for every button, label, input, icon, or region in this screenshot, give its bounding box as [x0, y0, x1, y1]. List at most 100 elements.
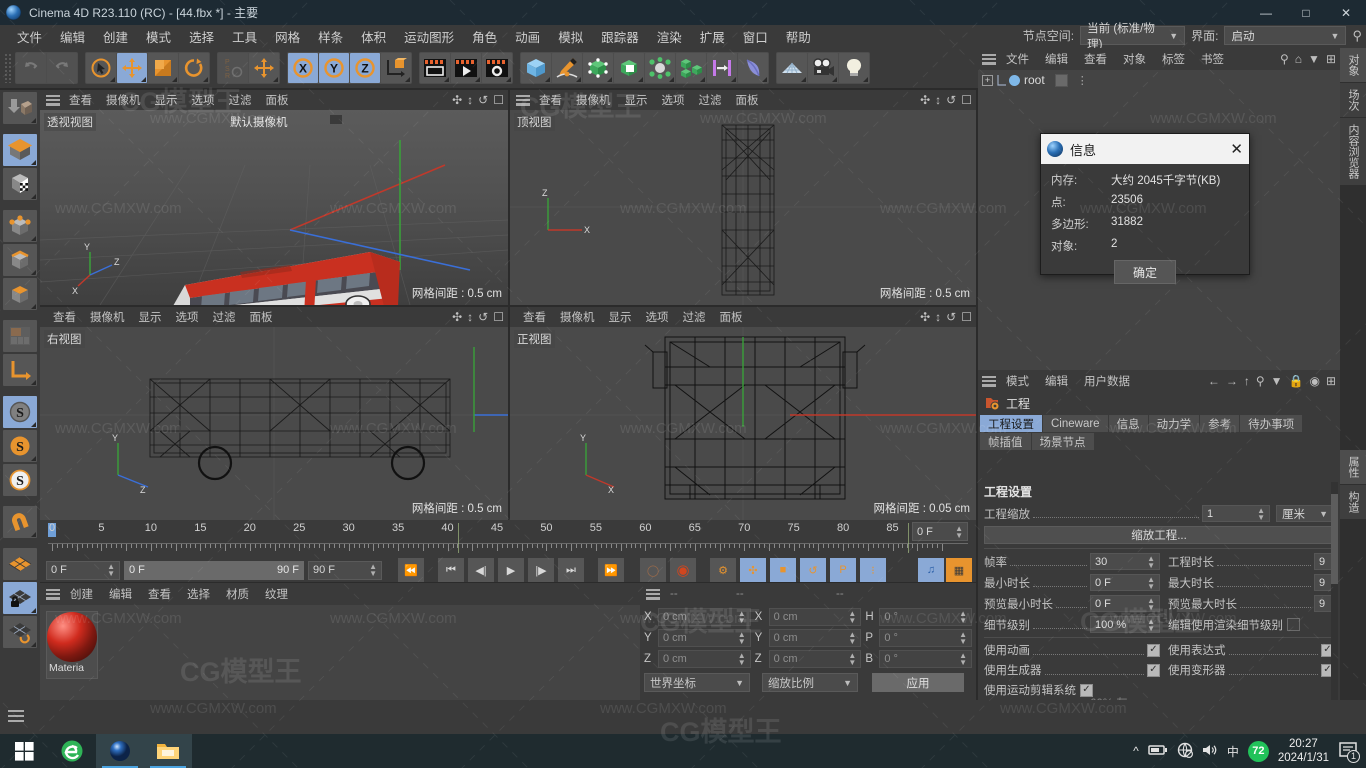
right-tab-0[interactable]: 对象 [1340, 48, 1366, 82]
vp-menu-panel[interactable]: 面板 [713, 309, 750, 325]
light-object-button[interactable] [839, 53, 869, 83]
attribute-tab-4[interactable]: 参考 [1200, 415, 1240, 432]
preview-min-field[interactable]: 0 F ▲ ▼ [1090, 595, 1160, 612]
scale-tool-button[interactable] [148, 53, 178, 83]
menu-item-9[interactable]: 运动图形 [395, 25, 463, 48]
hamburger-icon[interactable] [646, 588, 660, 600]
workplane-button[interactable] [3, 548, 37, 580]
timeline-layout-button[interactable]: ▦ [946, 558, 972, 582]
up-arrow-icon[interactable]: ↑ [1244, 374, 1250, 388]
show-hidden-icons-chevron-icon[interactable]: ^ [1133, 744, 1139, 758]
sound-button[interactable]: ♫ [918, 558, 944, 582]
attribute-scrollbar-thumb[interactable] [1331, 494, 1338, 584]
hamburger-icon[interactable] [46, 94, 60, 106]
object-tree-row[interactable]: + root ⋮ [978, 70, 1340, 90]
lod-field[interactable]: 100 % ▲ ▼ [1090, 616, 1160, 633]
vp-menu-display[interactable]: 显示 [132, 309, 169, 325]
vp-menu-camera[interactable]: 摄像机 [83, 309, 132, 325]
pan-icon[interactable]: ✣ [452, 93, 462, 107]
search-icon[interactable]: ⚲ [1280, 52, 1289, 66]
maximize-viewport-icon[interactable]: ☐ [961, 93, 972, 107]
orbit-icon[interactable]: ↺ [946, 310, 956, 324]
node-space-select[interactable]: 当前 (标准/物理) ▼ [1080, 23, 1186, 51]
vp-menu-filter[interactable]: 过滤 [222, 92, 259, 108]
material-menu-5[interactable]: 纹理 [257, 586, 296, 602]
material-menu-0[interactable]: 创建 [62, 586, 101, 602]
project-scale-unit-select[interactable]: 厘米 ▼ [1276, 505, 1334, 522]
point-mode-button[interactable] [3, 210, 37, 242]
undo-button[interactable] [16, 53, 46, 83]
attribute-tab-1[interactable]: Cineware [1043, 415, 1108, 432]
render-region-button[interactable] [451, 53, 481, 83]
vp-menu-filter[interactable]: 过滤 [692, 92, 729, 108]
end-frame-field[interactable]: 90 F ▲ ▼ [308, 560, 382, 580]
viewport-front-body[interactable]: Y X 正视图 网格间距 : 0.05 cm [510, 327, 976, 520]
nurbs-generator-button[interactable] [583, 53, 613, 83]
object-menu-4[interactable]: 标签 [1154, 51, 1193, 67]
min-time-field[interactable]: 0 F ▲ ▼ [1090, 574, 1160, 591]
attribute-tab-0[interactable]: 工程设置 [980, 415, 1042, 432]
maximize-viewport-icon[interactable]: ☐ [493, 93, 504, 107]
menu-item-8[interactable]: 体积 [352, 25, 395, 48]
close-button[interactable]: ✕ [1326, 0, 1366, 25]
polygon-mode-button[interactable] [3, 278, 37, 310]
current-frame-field[interactable]: 0 F ▲ ▼ [46, 560, 120, 580]
spline-pen-button[interactable] [552, 53, 582, 83]
maximize-viewport-icon[interactable]: ☐ [961, 310, 972, 324]
vp-menu-options[interactable]: 选项 [655, 92, 692, 108]
edge-mode-button[interactable] [3, 244, 37, 276]
right-tab-1[interactable]: 场次 [1340, 83, 1366, 117]
menu-item-0[interactable]: 文件 [8, 25, 51, 48]
object-menu-2[interactable]: 查看 [1076, 51, 1115, 67]
camera-toggle-icon[interactable] [330, 115, 342, 124]
record-button[interactable]: ◉ [670, 558, 696, 582]
taskbar-explorer-icon[interactable] [144, 734, 192, 768]
magnet-tool-button[interactable] [3, 506, 37, 538]
viewport-top[interactable]: 查看 摄像机 显示 选项 过滤 面板 ✣ ↕ ↺ ☐ Z X 顶视图 网格间距 … [510, 90, 976, 305]
vp-menu-filter[interactable]: 过滤 [206, 309, 243, 325]
next-key-button[interactable]: ⏭ [558, 558, 584, 582]
lock-workplane-button[interactable] [3, 582, 37, 614]
object-visibility-dots[interactable]: ⋮ [1077, 74, 1089, 87]
snap-modes-button[interactable]: S [3, 464, 37, 496]
field-button[interactable] [738, 53, 768, 83]
menu-item-3[interactable]: 模式 [137, 25, 180, 48]
goto-end-button[interactable]: ⏩ [598, 558, 624, 582]
viewport-front[interactable]: 查看 摄像机 显示 选项 过滤 面板 ✣ ↕ ↺ ☐ Y X 正视图 网格间距 … [510, 307, 976, 520]
keyframe-settings-button[interactable]: ⚙ [710, 558, 736, 582]
vp-menu-options[interactable]: 选项 [185, 92, 222, 108]
scale-project-button[interactable]: 缩放工程... [984, 526, 1334, 544]
rot-p-field[interactable]: 0 ° ▲ ▼ [879, 629, 973, 647]
size-mode-select[interactable]: 缩放比例 ▼ [762, 673, 858, 692]
vp-menu-filter[interactable]: 过滤 [676, 309, 713, 325]
vp-menu-camera[interactable]: 摄像机 [553, 309, 602, 325]
menu-item-10[interactable]: 角色 [463, 25, 506, 48]
axis-mode-button[interactable] [3, 354, 37, 386]
vp-menu-camera[interactable]: 摄像机 [569, 92, 618, 108]
goto-start-button[interactable]: ⏪ [398, 558, 424, 582]
rot-h-field[interactable]: 0 ° ▲ ▼ [879, 608, 973, 626]
y-axis-button[interactable]: Y [319, 53, 349, 83]
use-animation-checkbox[interactable]: ✓ [1147, 643, 1160, 657]
network-icon[interactable] [1177, 742, 1193, 761]
viewport-perspective-body[interactable]: Y Z X 透视视图 默认摄像机 网格间距 : 0.5 cm [40, 110, 508, 305]
menu-item-4[interactable]: 选择 [180, 25, 223, 48]
pos-y-field[interactable]: 0 cm ▲ ▼ [658, 629, 751, 647]
orbit-icon[interactable]: ↺ [478, 93, 488, 107]
size-z-field[interactable]: 0 cm ▲ ▼ [768, 650, 862, 668]
filter-icon[interactable]: ▼ [1271, 374, 1283, 388]
ime-indicator[interactable]: 中 [1227, 743, 1239, 760]
expand-icon[interactable]: + [982, 74, 993, 86]
x-axis-button[interactable]: X [288, 53, 318, 83]
menu-item-11[interactable]: 动画 [506, 25, 549, 48]
taskbar-edge-icon[interactable] [48, 734, 96, 768]
floor-object-button[interactable] [777, 53, 807, 83]
dolly-icon[interactable]: ↕ [467, 93, 473, 107]
maximize-button[interactable]: □ [1286, 0, 1326, 25]
use-generators-checkbox[interactable]: ✓ [1147, 663, 1160, 677]
info-dialog-ok-button[interactable]: 确定 [1114, 260, 1176, 284]
boole-button[interactable] [614, 53, 644, 83]
attribute-tab-7[interactable]: 场景节点 [1031, 433, 1094, 450]
vp-menu-view[interactable]: 查看 [532, 92, 569, 108]
material-menu-4[interactable]: 材质 [218, 586, 257, 602]
